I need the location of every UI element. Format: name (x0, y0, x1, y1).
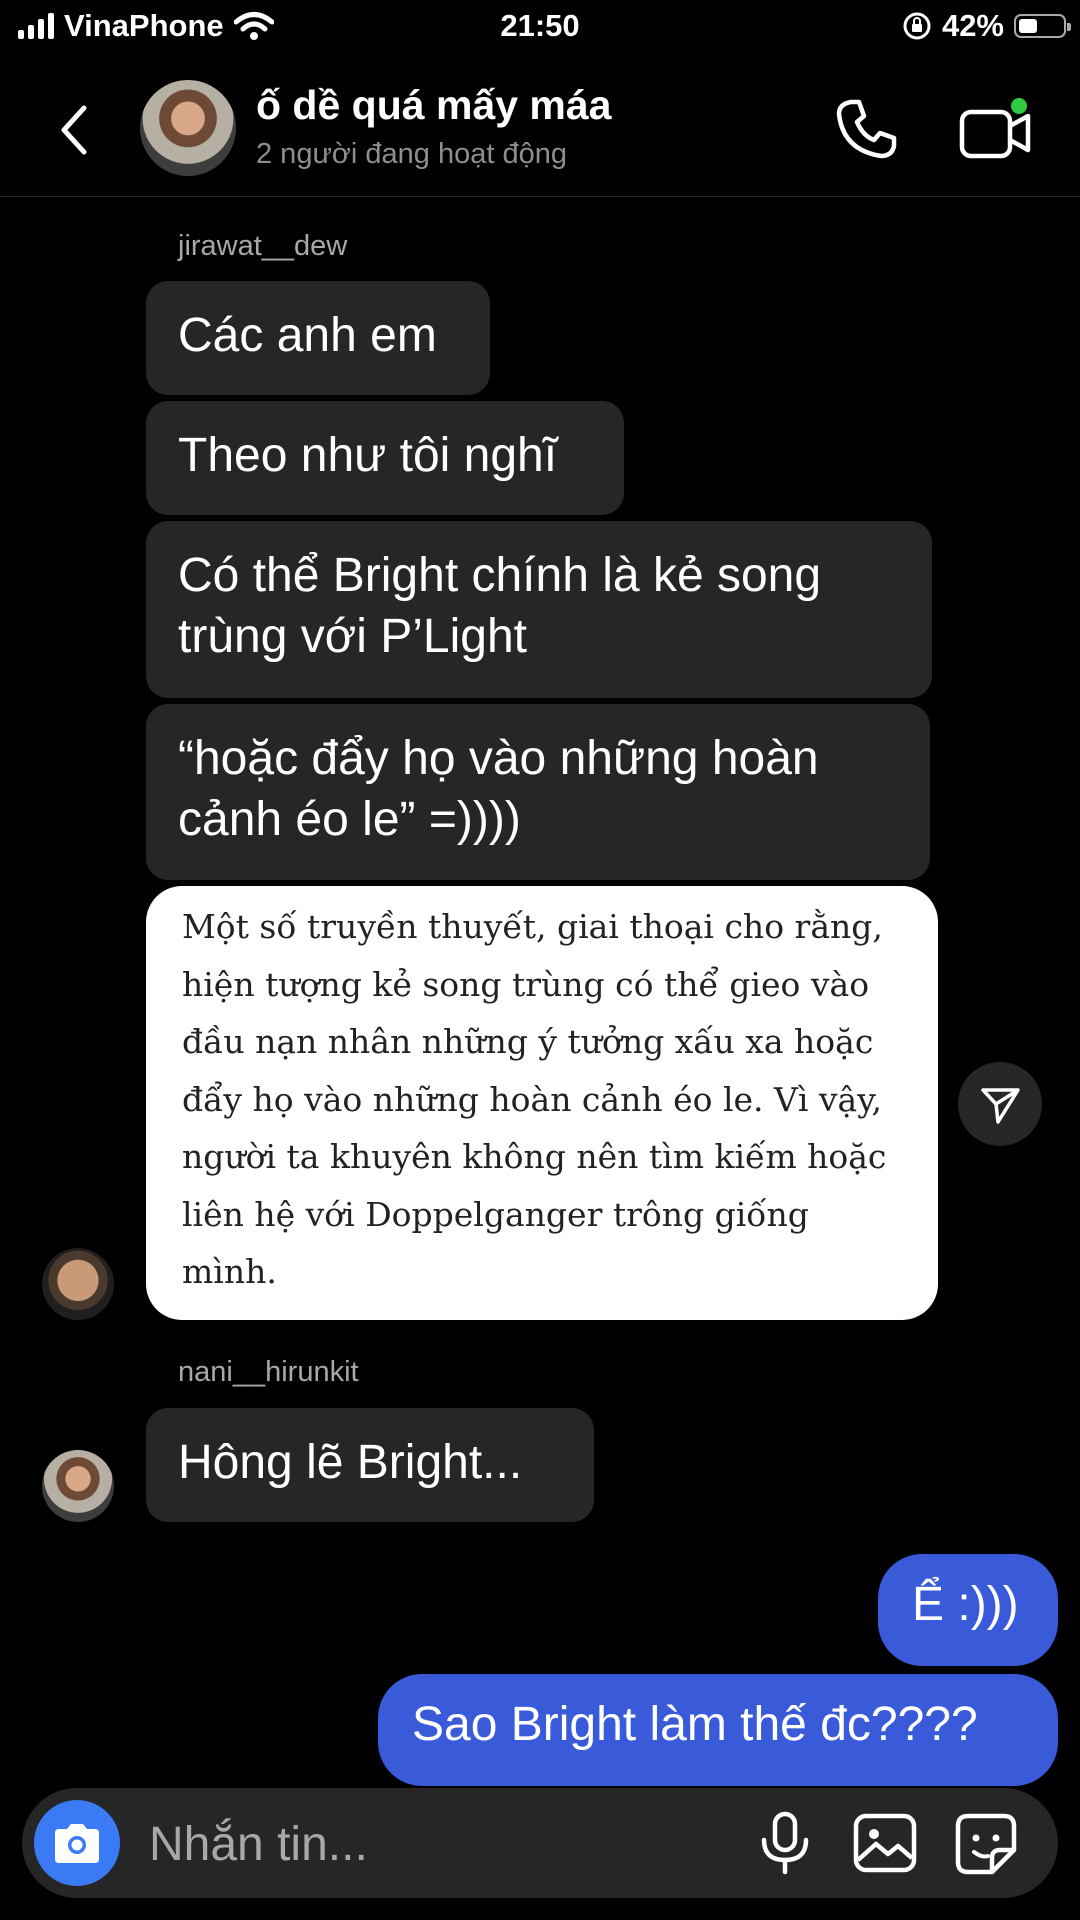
sticker-icon[interactable] (954, 1812, 1018, 1876)
chat-title[interactable]: ố dề quá mấy máa (256, 82, 611, 129)
video-call-icon[interactable] (958, 96, 1034, 162)
sender-name: jirawat__dew (178, 230, 348, 262)
status-right: 42% (902, 8, 1071, 44)
group-avatar[interactable] (140, 80, 236, 176)
microphone-icon[interactable] (752, 1810, 818, 1876)
message-composer (22, 1788, 1058, 1898)
message-bubble[interactable]: Theo như tôi nghĩ (146, 401, 624, 515)
shared-text-card[interactable]: Một số truyền thuyết, giai thoại cho rằn… (146, 886, 938, 1320)
back-icon[interactable] (52, 100, 102, 160)
message-bubble[interactable]: Có thể Bright chính là kẻ song trùng với… (146, 521, 932, 698)
active-status: 2 người đang hoạt động (256, 138, 567, 170)
battery-percent: 42% (941, 8, 1004, 43)
sent-message-bubble[interactable]: Sao Bright làm thế đc???? (378, 1674, 1058, 1786)
camera-button[interactable] (34, 1800, 120, 1886)
sender-avatar[interactable] (42, 1450, 114, 1522)
sender-name: nani__hirunkit (178, 1356, 359, 1388)
message-bubble[interactable]: “hoặc đẩy họ vào những hoàn cảnh éo le” … (146, 704, 930, 880)
sender-avatar[interactable] (42, 1248, 114, 1320)
camera-icon (55, 1824, 99, 1863)
message-bubble[interactable]: Hông lẽ Bright... (146, 1408, 594, 1522)
chat-header: ố dề quá mấy máa 2 người đang hoạt động (0, 60, 1080, 197)
message-bubble[interactable]: Các anh em (146, 281, 490, 395)
battery-icon (1014, 14, 1071, 38)
phone-icon[interactable] (833, 96, 899, 162)
share-button[interactable] (958, 1062, 1042, 1146)
send-icon (981, 1088, 1020, 1124)
status-bar: VinaPhone 21:50 42% (0, 0, 1080, 54)
sent-message-bubble[interactable]: Ể :))) (878, 1554, 1058, 1666)
gallery-icon[interactable] (852, 1812, 918, 1874)
message-input[interactable] (147, 1806, 711, 1882)
orientation-lock-icon (903, 12, 931, 40)
